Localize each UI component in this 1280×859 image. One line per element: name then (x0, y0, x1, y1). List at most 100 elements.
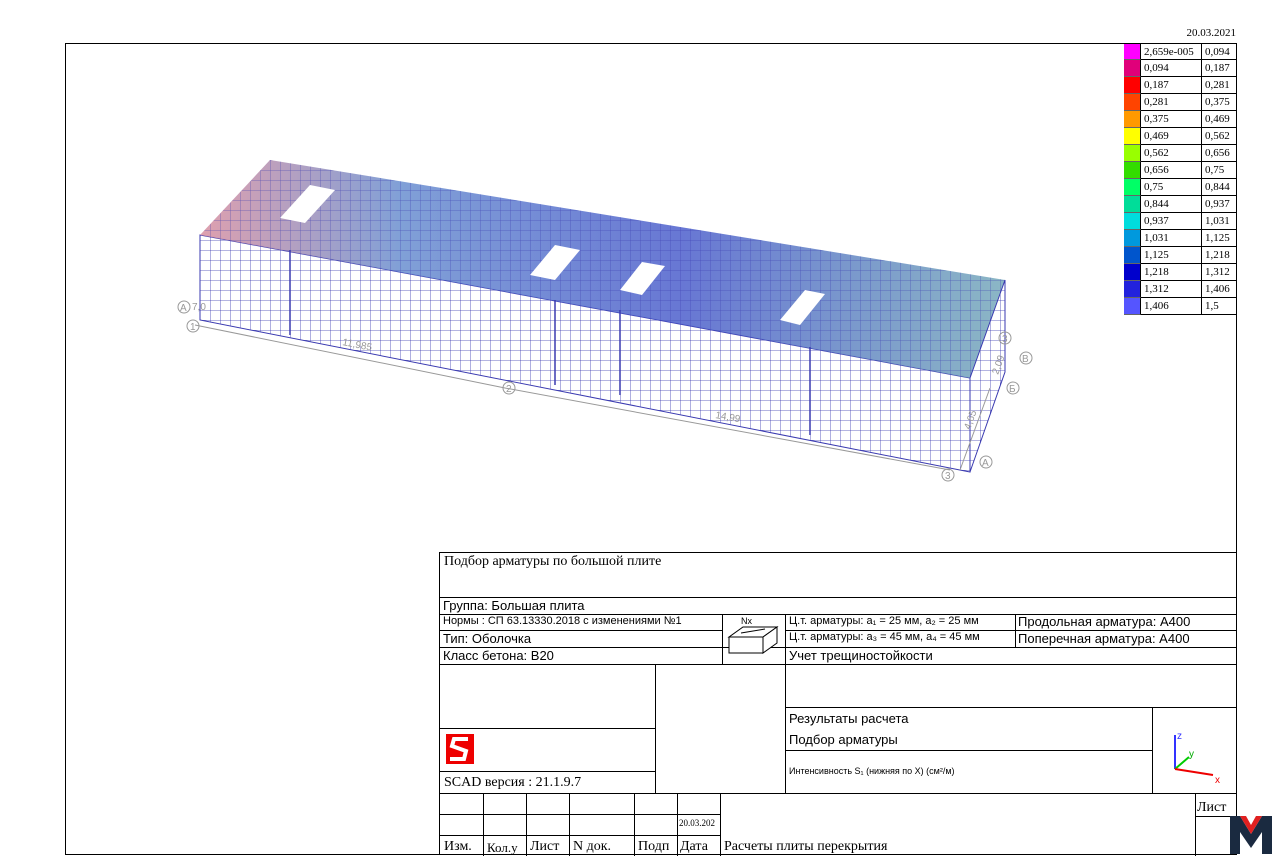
scad-version: SCAD версия : 21.1.9.7 (444, 775, 582, 790)
crack-resistance: Учет трещиностойкости (789, 648, 933, 663)
col-izm: Изм. (444, 839, 472, 854)
col-kolu: Кол.у (487, 840, 518, 855)
date-small: 20.03.202 (679, 818, 715, 828)
legend-row: 1,125 1,218 (1124, 247, 1237, 264)
legend-to: 1,125 (1202, 230, 1237, 247)
legend-to: 0,656 (1202, 145, 1237, 162)
legend-row: 0,562 0,656 (1124, 145, 1237, 162)
color-scale-legend: 2,659e-005 0,094 0,094 0,187 0,187 0,281 0,281… (1124, 43, 1237, 315)
legend-row: 0,094 0,187 (1124, 60, 1237, 77)
legend-swatch (1124, 298, 1141, 315)
dim-70: 7,0 (192, 302, 206, 313)
legend-from: 0,937 (1141, 213, 1202, 230)
legend-from: 0,844 (1141, 196, 1202, 213)
col-podp: Подп (638, 839, 670, 854)
print-date: 20.03.2021 (1186, 27, 1237, 39)
legend-to: 1,218 (1202, 247, 1237, 264)
legend-from: 0,094 (1141, 60, 1202, 77)
title-block: Подбор арматуры по большой плите Группа:… (439, 552, 1237, 856)
legend-row: 1,312 1,406 (1124, 281, 1237, 298)
axis-v: В (1022, 354, 1029, 365)
legend-swatch (1124, 128, 1141, 145)
legend-to: 0,187 (1202, 60, 1237, 77)
legend-swatch (1124, 145, 1141, 162)
legend-to: 1,406 (1202, 281, 1237, 298)
legend-swatch (1124, 43, 1141, 60)
col-list: Лист (530, 839, 560, 854)
legend-row: 0,937 1,031 (1124, 213, 1237, 230)
legend-to: 0,562 (1202, 128, 1237, 145)
legend-swatch (1124, 213, 1141, 230)
legend-row: 0,187 0,281 (1124, 77, 1237, 94)
legend-swatch (1124, 77, 1141, 94)
axis-a-right: A (982, 458, 989, 469)
coordinate-axes-icon: z y x (1174, 731, 1220, 786)
scad-logo (446, 734, 474, 764)
type-label: Тип: Оболочка (443, 631, 532, 646)
selection-label: Подбор арматуры (789, 732, 898, 747)
rebar-section-icon: Nx (727, 616, 779, 654)
legend-swatch (1124, 162, 1141, 179)
axis-3-right: 3 (1002, 334, 1008, 345)
axis-1: 1 (190, 322, 196, 333)
legend-from: 0,656 (1141, 162, 1202, 179)
legend-to: 1,312 (1202, 264, 1237, 281)
slab-model-view[interactable]: A 1 2 3 3 В Б A 11,985 14,99 4,65 2,09 7… (160, 150, 1060, 490)
rebar-cover-2: Ц.т. арматуры: a₃ = 45 мм, a₄ = 45 мм (789, 631, 980, 643)
legend-to: 0,094 (1202, 43, 1237, 60)
legend-swatch (1124, 179, 1141, 196)
axis-be: Б (1009, 384, 1016, 395)
legend-to: 0,469 (1202, 111, 1237, 128)
legend-to: 0,375 (1202, 94, 1237, 111)
intensity-label: Интенсивность S₁ (нижняя по X) (см²/м) (789, 766, 955, 776)
col-data: Дата (680, 839, 708, 854)
longitudinal-rebar: Продольная арматура: A400 (1018, 614, 1191, 629)
legend-row: 0,75 0,844 (1124, 179, 1237, 196)
norms-label: Нормы : СП 63.13330.2018 с изменениями №… (443, 615, 682, 627)
legend-from: 0,562 (1141, 145, 1202, 162)
results-label: Результаты расчета (789, 711, 909, 726)
legend-row: 1,031 1,125 (1124, 230, 1237, 247)
legend-swatch (1124, 196, 1141, 213)
legend-row: 1,218 1,312 (1124, 264, 1237, 281)
axis-z-label: z (1177, 731, 1182, 742)
axis-a-left: A (180, 303, 187, 314)
legend-to: 0,281 (1202, 77, 1237, 94)
legend-row: 0,656 0,75 (1124, 162, 1237, 179)
corner-m-logo (1230, 816, 1272, 854)
legend-from: 1,312 (1141, 281, 1202, 298)
legend-from: 0,375 (1141, 111, 1202, 128)
legend-row: 1,406 1,5 (1124, 298, 1237, 315)
legend-row: 0,469 0,562 (1124, 128, 1237, 145)
legend-from: 1,406 (1141, 298, 1202, 315)
transverse-rebar: Поперечная арматура: A400 (1018, 631, 1190, 646)
rebar-cover-1: Ц.т. арматуры: a₁ = 25 мм, a₂ = 25 мм (789, 615, 979, 627)
col-ndok: N док. (573, 839, 612, 854)
legend-swatch (1124, 230, 1141, 247)
legend-from: 2,659e-005 (1141, 43, 1202, 60)
legend-from: 1,031 (1141, 230, 1202, 247)
legend-from: 0,469 (1141, 128, 1202, 145)
legend-to: 1,5 (1202, 298, 1237, 315)
legend-row: 0,844 0,937 (1124, 196, 1237, 213)
axis-x-label: x (1215, 775, 1220, 786)
legend-row: 0,281 0,375 (1124, 94, 1237, 111)
legend-from: 1,218 (1141, 264, 1202, 281)
legend-to: 0,937 (1202, 196, 1237, 213)
legend-swatch (1124, 264, 1141, 281)
legend-swatch (1124, 60, 1141, 77)
legend-swatch (1124, 111, 1141, 128)
legend-to: 0,844 (1202, 179, 1237, 196)
legend-swatch (1124, 94, 1141, 111)
legend-to: 1,031 (1202, 213, 1237, 230)
sheet-label: Лист (1197, 800, 1227, 815)
legend-to: 0,75 (1202, 162, 1237, 179)
legend-from: 1,125 (1141, 247, 1202, 264)
group-label: Группа: Большая плита (443, 598, 585, 613)
legend-from: 0,75 (1141, 179, 1202, 196)
nx-label: Nx (741, 616, 752, 626)
legend-swatch (1124, 247, 1141, 264)
legend-swatch (1124, 281, 1141, 298)
legend-row: 2,659e-005 0,094 (1124, 43, 1237, 60)
axis-y-label: y (1189, 749, 1194, 760)
